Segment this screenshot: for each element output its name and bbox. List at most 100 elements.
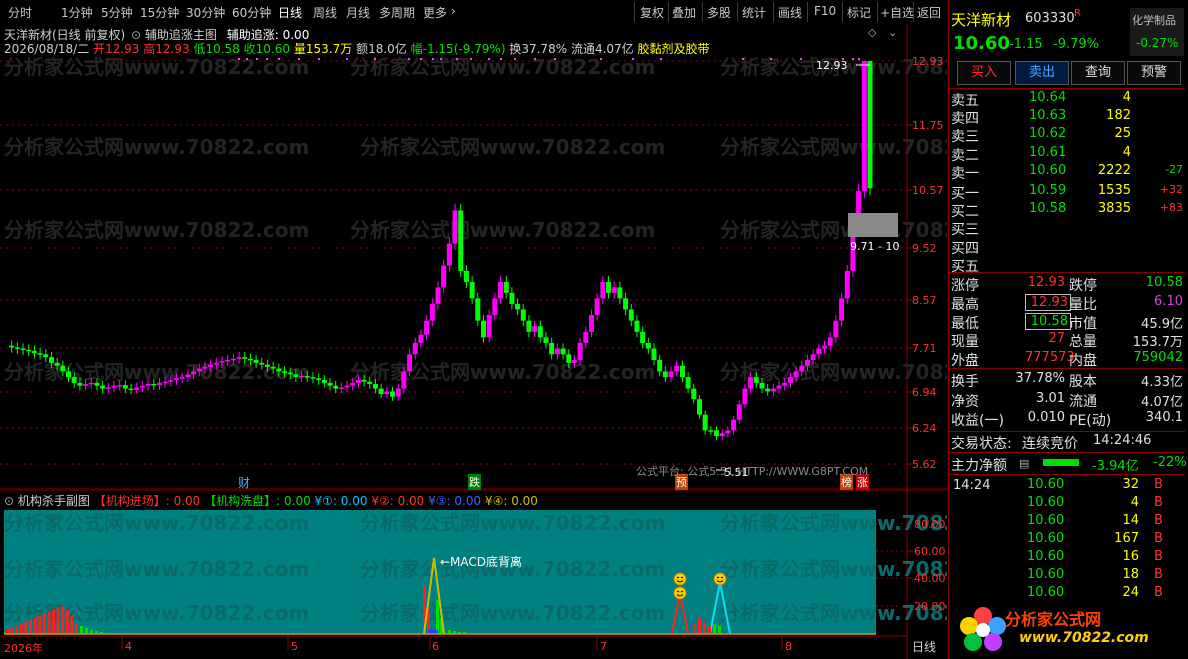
tool-stats-button[interactable]: 统计 bbox=[742, 4, 766, 21]
volume-value: 153.7万 bbox=[305, 42, 353, 56]
event-marker-finance[interactable]: 财 bbox=[238, 474, 250, 491]
sub-indicator-title[interactable]: 机构杀手副图 bbox=[18, 494, 90, 508]
order-book-row[interactable]: 买二 10.58 3835 +83 bbox=[949, 201, 1185, 220]
period-tab-30min[interactable]: 30分钟 bbox=[186, 4, 225, 21]
tool-mark-button[interactable]: 标记 bbox=[847, 4, 871, 21]
period-tab-monthly[interactable]: 月线 bbox=[346, 4, 370, 21]
price-axis-label: 7.71 bbox=[912, 342, 937, 355]
price-axis-label: 9.52 bbox=[912, 242, 937, 255]
ohlc-date: 2026/08/18/二 bbox=[4, 42, 90, 56]
smiley-eye bbox=[721, 576, 723, 579]
concept-tag[interactable]: 胶黏剂及胶带 bbox=[638, 42, 710, 56]
order-book-row[interactable]: 买三 bbox=[949, 219, 1185, 238]
candle-body bbox=[827, 337, 833, 346]
kline-chart[interactable]: 分析家公式网www.70822.com 分析家公式网www.70822.com 分析… bbox=[0, 24, 947, 490]
signal-dot bbox=[440, 58, 442, 60]
entry-histogram-bar bbox=[693, 624, 696, 634]
toolbar-divider bbox=[702, 2, 703, 22]
net-flow-detail-icon[interactable]: ▤ bbox=[1019, 457, 1029, 470]
flower-logo-icon bbox=[960, 607, 1006, 651]
period-tab-weekly[interactable]: 周线 bbox=[313, 4, 337, 21]
candle-body bbox=[156, 382, 162, 386]
high-value: 12.93 bbox=[155, 42, 190, 56]
candle-body bbox=[253, 360, 259, 363]
net-flow-row[interactable]: 主力净额 ▤ -3.94亿 -22% bbox=[949, 455, 1187, 474]
kline-chart-panel[interactable]: 分析家公式网www.70822.com 分析家公式网www.70822.com 分析… bbox=[0, 24, 947, 490]
divider bbox=[949, 272, 1185, 273]
tick-row: 10.60 14 B bbox=[949, 513, 1185, 531]
tool-draw-button[interactable]: 画线 bbox=[778, 4, 802, 21]
signal-dot bbox=[800, 58, 802, 60]
candle-body bbox=[469, 281, 475, 299]
tool-fuquan-button[interactable]: 复权 bbox=[640, 4, 664, 21]
quote-value: 12.93 bbox=[1025, 293, 1071, 311]
fund-label: 净资 bbox=[951, 393, 979, 410]
period-tab-more[interactable]: 更多 bbox=[423, 4, 447, 21]
quote-label: 市值 bbox=[1069, 315, 1097, 332]
toolbar-divider bbox=[737, 2, 738, 22]
tool-add-watchlist-button[interactable]: +自选 bbox=[880, 4, 914, 21]
quote-value: 27 bbox=[1048, 331, 1065, 347]
tool-multistock-button[interactable]: 多股 bbox=[707, 4, 731, 21]
period-tab-5min[interactable]: 5分钟 bbox=[101, 4, 133, 21]
period-tag[interactable]: 日线 bbox=[912, 638, 936, 655]
candle-body bbox=[134, 387, 140, 390]
candle-body bbox=[532, 326, 538, 332]
period-tab-timeshare[interactable]: 分时 bbox=[8, 4, 32, 21]
candle-body bbox=[537, 326, 543, 338]
tool-overlay-button[interactable]: 叠加 bbox=[672, 4, 696, 21]
divider bbox=[949, 452, 1185, 453]
order-book-row[interactable]: 卖三 10.62 25 bbox=[949, 126, 1185, 145]
quote-label: 总量 bbox=[1069, 334, 1097, 351]
candle-body bbox=[566, 354, 572, 363]
order-book-row[interactable]: 买一 10.59 1535 +32 bbox=[949, 183, 1185, 202]
watermark-text: 分析家公式网www.70822.com bbox=[360, 135, 665, 159]
candle-body bbox=[390, 391, 396, 397]
entry-histogram-bar bbox=[703, 622, 706, 634]
candle-body bbox=[276, 368, 282, 372]
sector-box[interactable]: 化学制品 -0.27% bbox=[1130, 8, 1184, 56]
candle-body bbox=[793, 371, 799, 378]
price-axis-label: 11.75 bbox=[912, 119, 944, 132]
fund-value: 3.01 bbox=[1036, 390, 1065, 406]
candle-body bbox=[674, 365, 680, 372]
period-tab-60min[interactable]: 60分钟 bbox=[232, 4, 271, 21]
tick-row: 10.60 167 B bbox=[949, 531, 1185, 549]
sub-toggle-icon[interactable]: ⊙ bbox=[4, 494, 14, 508]
candle-body bbox=[810, 354, 816, 360]
chart-diamond-icon[interactable]: ◇ bbox=[868, 26, 876, 39]
period-tab-daily[interactable]: 日线 bbox=[278, 4, 302, 21]
candle-body bbox=[230, 358, 236, 361]
more-chevron-icon[interactable]: › bbox=[451, 4, 456, 18]
candle-body bbox=[247, 358, 253, 361]
entry-histogram-bar bbox=[33, 618, 37, 634]
event-marker-fall[interactable]: 跌 bbox=[468, 474, 481, 490]
tool-f10-button[interactable]: F10 bbox=[814, 4, 836, 18]
tool-back-button[interactable]: 返回 bbox=[917, 4, 941, 21]
sell-button[interactable]: 卖出 bbox=[1015, 61, 1069, 85]
price-axis-label: 5.62 bbox=[912, 458, 937, 471]
close-label: 收 bbox=[243, 42, 256, 56]
chart-menu-icon[interactable]: ⌄ bbox=[888, 26, 897, 39]
sub-indicator-chart[interactable]: 分析家公式网www.70822.com 分析家公式网www.70822.com 分析… bbox=[0, 490, 947, 659]
period-tab-1min[interactable]: 1分钟 bbox=[61, 4, 93, 21]
alert-button[interactable]: 预警 bbox=[1127, 61, 1181, 85]
signal-dot bbox=[600, 58, 602, 60]
query-button[interactable]: 查询 bbox=[1071, 61, 1125, 85]
order-book-row[interactable]: 卖一 10.60 2222 -27 bbox=[949, 163, 1185, 182]
candle-body bbox=[594, 298, 600, 316]
order-book-row[interactable]: 卖四 10.63 182 bbox=[949, 108, 1185, 127]
fund-value: 340.1 bbox=[1145, 410, 1183, 425]
order-level-label: 买四 bbox=[951, 240, 979, 257]
tick-row: 10.60 16 B bbox=[949, 549, 1185, 567]
candle-body bbox=[634, 320, 640, 332]
order-book-row[interactable]: 买四 bbox=[949, 238, 1185, 257]
period-tab-multi[interactable]: 多周期 bbox=[379, 4, 415, 21]
ohlc-info-bar: 2026/08/18/二 开12.93 高12.93 低10.58 收10.60… bbox=[4, 40, 710, 57]
candle-body bbox=[94, 382, 100, 386]
order-book-row[interactable]: 卖五 10.64 4 bbox=[949, 90, 1185, 109]
period-tab-15min[interactable]: 15分钟 bbox=[140, 4, 179, 21]
buy-button[interactable]: 买入 bbox=[957, 61, 1011, 85]
order-book-row[interactable]: 卖二 10.61 4 bbox=[949, 145, 1185, 164]
sub-indicator-panel[interactable]: 分析家公式网www.70822.com 分析家公式网www.70822.com 分析… bbox=[0, 490, 947, 659]
